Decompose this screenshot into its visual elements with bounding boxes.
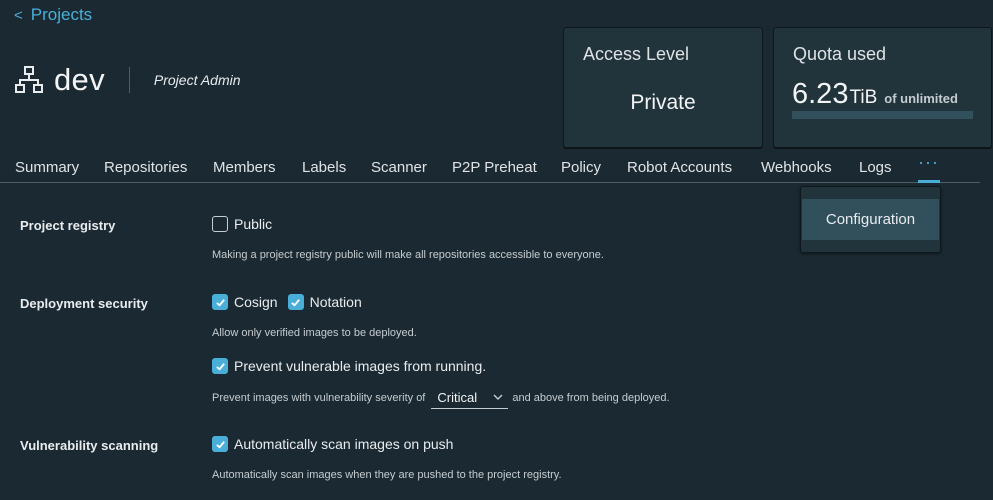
header-divider [128,67,130,93]
checkmark-icon [215,362,225,371]
project-hierarchy-icon [15,66,43,93]
cosign-checkbox[interactable] [212,294,228,310]
active-tab-indicator [918,180,940,183]
tab-more-menu[interactable]: ··· [918,152,939,173]
auto-scan-label: Automatically scan images on push [234,436,454,452]
back-to-projects-link[interactable]: < Projects [14,5,92,25]
more-tabs-dropdown: Configuration [800,186,941,253]
tab-summary[interactable]: Summary [15,159,79,176]
prevent-vulnerable-label: Prevent vulnerable images from running. [234,358,487,374]
quota-title: Quota used [793,44,887,64]
tab-p2p-preheat[interactable]: P2P Preheat [452,159,537,176]
auto-scan-checkbox[interactable] [212,436,228,452]
tab-labels[interactable]: Labels [302,159,346,176]
access-level-card: Access Level Private [563,27,763,148]
quota-card: Quota used 6.23 TiB of unlimited [773,27,992,148]
quota-value: 6.23 [792,78,849,110]
quota-usage: 6.23 TiB of unlimited [792,78,958,111]
public-checkbox-row: Public [212,216,282,232]
quota-unit: TiB [849,87,878,108]
project-tabs: Summary Repositories Members Labels Scan… [0,150,980,183]
notation-label: Notation [309,294,362,310]
project-registry-label: Project registry [20,218,116,233]
deployment-helper-text: Allow only verified images to be deploye… [212,327,417,339]
severity-value: Critical [437,390,478,405]
chevron-left-icon: < [14,6,23,24]
public-checkbox[interactable] [212,216,228,232]
chevron-down-icon [493,394,503,400]
cosign-label: Cosign [234,294,278,310]
auto-scan-row: Automatically scan images on push [212,436,463,452]
tab-repositories[interactable]: Repositories [104,159,187,176]
dropdown-item-configuration[interactable]: Configuration [802,199,939,240]
public-helper-text: Making a project registry public will ma… [212,249,604,261]
checkmark-icon [291,298,300,307]
severity-select[interactable]: Critical [431,387,509,409]
vulnerability-scanning-label: Vulnerability scanning [20,438,159,453]
auto-scan-helper-text: Automatically scan images when they are … [212,469,562,481]
quota-progress-bar [792,111,973,119]
prevent-vulnerable-row: Prevent vulnerable images from running. [212,358,496,374]
tab-logs[interactable]: Logs [859,159,892,176]
checkmark-icon [215,440,225,449]
tab-policy[interactable]: Policy [561,159,601,176]
quota-limit: of unlimited [884,91,958,106]
severity-line: Prevent images with vulnerability severi… [212,387,670,409]
project-role: Project Admin [153,72,241,88]
access-level-title: Access Level [583,44,690,64]
back-link-label: Projects [30,5,93,24]
severity-suffix: and above from being deployed. [512,392,670,404]
tab-webhooks[interactable]: Webhooks [761,159,832,176]
project-name: dev [54,62,105,97]
deployment-security-label: Deployment security [20,296,148,311]
project-header: dev Project Admin [14,60,241,100]
prevent-vulnerable-checkbox[interactable] [212,358,228,374]
notation-checkbox[interactable] [287,294,304,310]
tab-robot-accounts[interactable]: Robot Accounts [627,159,732,176]
signature-checkbox-row: Cosign Notation [212,294,372,310]
severity-prefix: Prevent images with vulnerability severi… [212,392,426,404]
tab-members[interactable]: Members [213,159,276,176]
tab-scanner[interactable]: Scanner [371,159,427,176]
access-level-value: Private [630,91,696,114]
checkmark-icon [215,298,225,307]
public-label: Public [234,216,273,232]
